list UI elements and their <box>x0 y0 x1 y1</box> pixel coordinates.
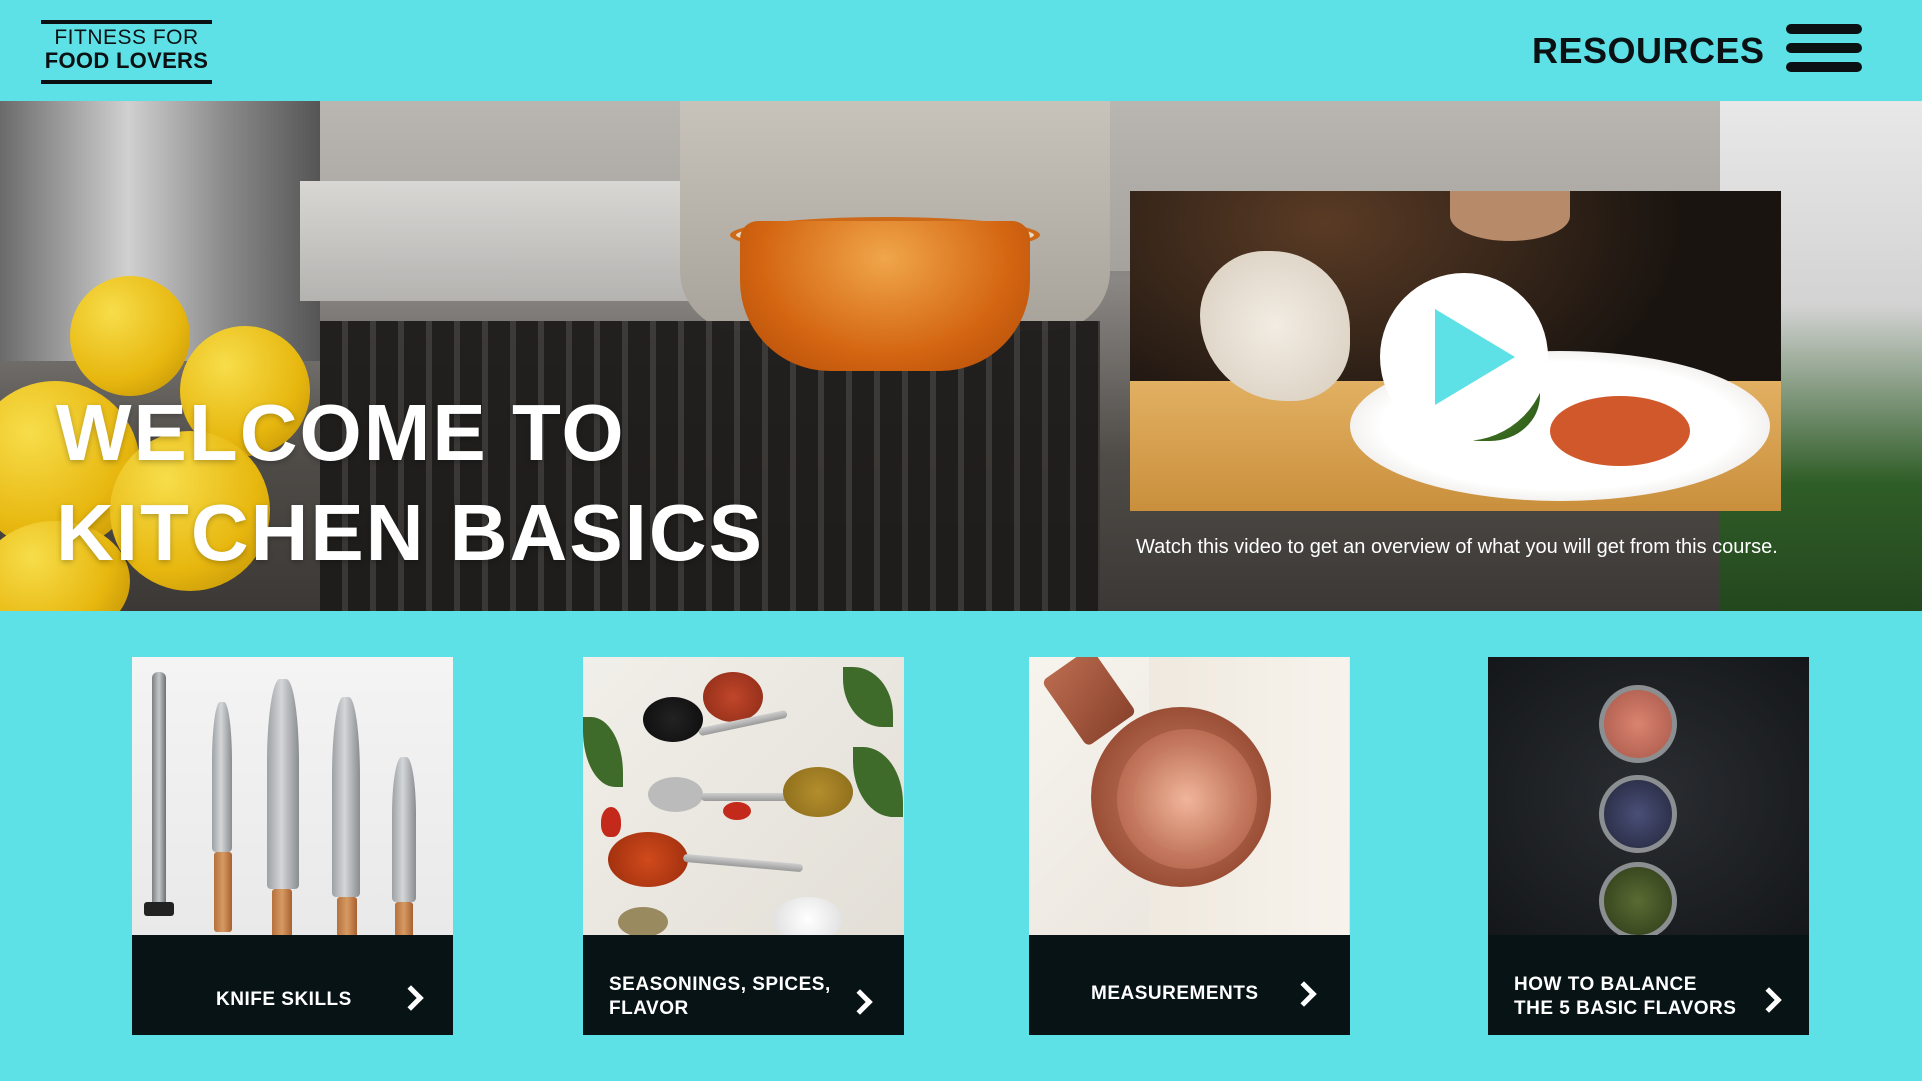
measuring-cups-photo <box>1029 657 1350 935</box>
video-caption: Watch this video to get an overview of w… <box>1136 536 1778 558</box>
logo-line-1: FITNESS FOR <box>54 26 199 49</box>
card-label: MEASUREMENTS <box>1091 983 1259 1004</box>
knives-photo <box>132 657 453 935</box>
card-label: SEASONINGS, SPICES, FLAVOR <box>609 974 831 1019</box>
spices-photo <box>583 657 904 935</box>
card-label: KNIFE SKILLS <box>216 989 352 1010</box>
site-logo[interactable]: FITNESS FOR FOOD LOVERS <box>41 20 212 84</box>
card-label: HOW TO BALANCE THE 5 BASIC FLAVORS <box>1514 974 1737 1019</box>
card-measurements[interactable]: MEASUREMENTS <box>1029 657 1350 1035</box>
play-icon[interactable] <box>1380 273 1548 441</box>
site-header: FITNESS FOR FOOD LOVERS RESOURCES <box>0 0 1922 101</box>
card-balance-flavors[interactable]: HOW TO BALANCE THE 5 BASIC FLAVORS <box>1488 657 1809 1035</box>
card-knife-skills[interactable]: KNIFE SKILLS <box>132 657 453 1035</box>
spice-bowls-photo <box>1488 657 1809 935</box>
hero-title: WELCOME TO KITCHEN BASICS <box>56 388 765 577</box>
hamburger-menu-icon[interactable] <box>1786 24 1862 72</box>
resources-link[interactable]: RESOURCES <box>1532 30 1765 72</box>
intro-video[interactable] <box>1130 191 1781 511</box>
dutch-oven-image <box>740 221 1030 371</box>
card-seasonings[interactable]: SEASONINGS, SPICES, FLAVOR <box>583 657 904 1035</box>
logo-line-2: FOOD LOVERS <box>44 48 209 73</box>
